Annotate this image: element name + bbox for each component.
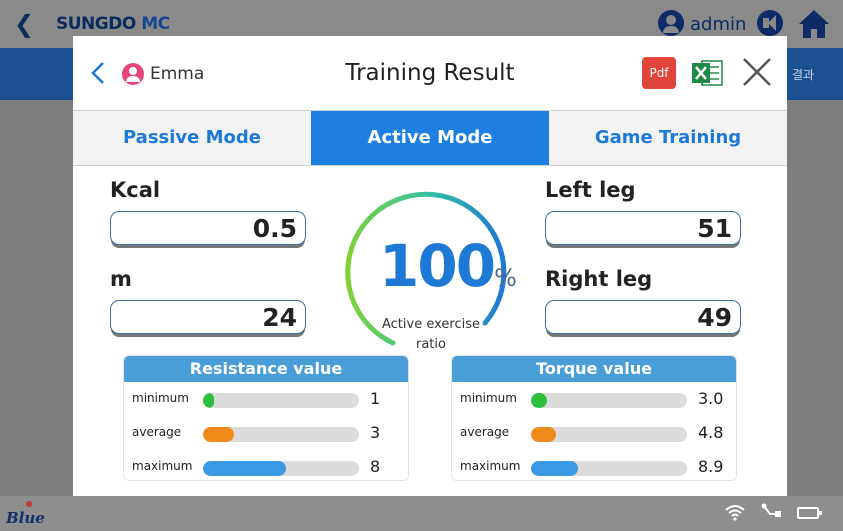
ratio-label: Active exercise ratio [382,317,480,352]
bottom-bar [0,496,843,531]
distance-label: m [110,267,132,291]
usb-icon [761,503,781,517]
pdf-export-button[interactable]: Pdf [642,57,676,89]
bar-track [531,461,687,476]
torque-panel: Torque value minimum 3.0 average 4.8 max… [451,355,737,481]
right-leg-field: 49 [545,300,741,334]
logo-mark [26,501,32,507]
left-leg-field: 51 [545,211,741,245]
excel-export-icon[interactable] [690,57,724,89]
bar-fill [531,461,578,476]
bar-track [203,461,359,476]
bar-fill [203,461,286,476]
bar-fill [531,393,547,408]
brand-logo: SUNGDO MC [56,14,170,34]
user-name[interactable]: admin [690,14,746,35]
right-leg-label: Right leg [545,267,653,291]
torque-row-min: minimum 3.0 [460,389,724,408]
resistance-panel: Resistance value minimum 1 average 3 max… [123,355,409,481]
bar-fill [203,393,214,408]
mode-tabs: Passive Mode Active Mode Game Training [73,110,787,166]
training-result-dialog: Emma Training Result Pdf Passive Mode Ac… [73,36,787,496]
resistance-row-min: minimum 1 [132,389,381,408]
bar-track [203,427,359,442]
tab-active-mode[interactable]: Active Mode [311,111,549,165]
kcal-field: 0.5 [110,211,306,245]
wifi-icon [725,505,745,521]
tab-passive-mode[interactable]: Passive Mode [73,111,311,165]
bar-fill [531,427,556,442]
home-icon[interactable] [797,8,831,40]
dialog-title: Training Result [345,60,515,86]
resistance-row-max: maximum 8 [132,457,381,476]
tab-game-training[interactable]: Game Training [549,111,787,165]
bar-track [531,427,687,442]
blue-logo: Blue [6,499,50,527]
left-leg-label: Left leg [545,178,636,202]
band-label: 결과 [792,68,815,82]
dialog-header: Emma Training Result Pdf [73,36,787,110]
resistance-row-avg: average 3 [132,423,381,442]
battery-icon [797,507,822,519]
kcal-label: Kcal [110,178,161,202]
torque-row-max: maximum 8.9 [460,457,724,476]
bar-fill [203,427,235,442]
torque-row-avg: average 4.8 [460,423,724,442]
bar-track [531,393,687,408]
torque-title: Torque value [452,356,736,382]
resistance-title: Resistance value [124,356,408,382]
distance-field: 24 [110,300,306,334]
close-icon[interactable] [740,55,774,89]
volume-icon[interactable] [757,10,783,36]
user-icon[interactable] [658,10,684,36]
ratio-value: 100% [379,232,517,300]
bar-track [203,393,359,408]
back-arrow-icon[interactable]: ❮ [14,10,34,38]
